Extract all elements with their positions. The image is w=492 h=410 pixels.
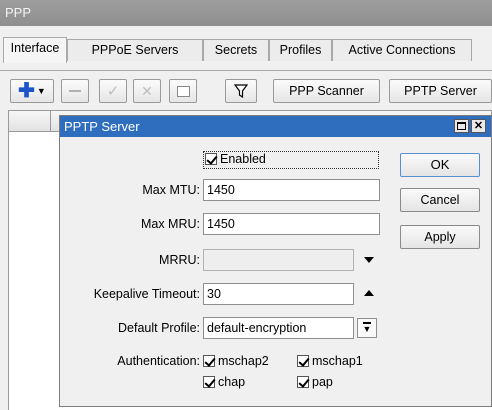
pptp-server-dialog: PPTP Server ✕ Enabled Max MTU: 1450 Max …: [59, 115, 492, 407]
pap-checkbox[interactable]: pap: [297, 375, 333, 389]
keepalive-label: Keepalive Timeout:: [93, 287, 200, 301]
tab-pppoe-servers[interactable]: PPPoE Servers: [67, 39, 203, 61]
note-icon: [176, 85, 190, 97]
dropdown-icon: ▼: [362, 322, 372, 334]
keepalive-collapse-icon[interactable]: [364, 290, 374, 296]
tab-profiles[interactable]: Profiles: [269, 39, 332, 61]
plus-icon: ✚: [18, 80, 35, 102]
ok-button[interactable]: OK: [400, 153, 480, 177]
close-icon: ✕: [473, 120, 484, 132]
default-profile-select[interactable]: default-encryption: [203, 317, 354, 339]
cross-icon: ✕: [141, 82, 153, 99]
disable-button[interactable]: ✕: [133, 79, 161, 103]
close-button[interactable]: ✕: [471, 119, 486, 133]
check-icon: [297, 355, 309, 367]
tab-divider: [0, 70, 492, 71]
minus-icon: [69, 90, 81, 92]
max-mtu-label: Max MTU:: [142, 183, 200, 197]
check-icon: [297, 376, 309, 388]
tab-active-connections[interactable]: Active Connections: [332, 39, 472, 61]
mrru-input[interactable]: [203, 249, 354, 271]
ppp-scanner-button[interactable]: PPP Scanner: [273, 79, 380, 103]
default-profile-label: Default Profile:: [118, 321, 200, 335]
mschap1-label: mschap1: [312, 354, 363, 368]
apply-button[interactable]: Apply: [400, 225, 480, 249]
mschap2-checkbox[interactable]: mschap2: [203, 354, 269, 368]
chap-label: chap: [218, 375, 246, 389]
pptp-server-button[interactable]: PPTP Server: [389, 79, 492, 103]
enabled-checkbox[interactable]: Enabled: [203, 151, 379, 169]
cancel-button[interactable]: Cancel: [400, 188, 480, 212]
tab-secrets[interactable]: Secrets: [203, 39, 269, 61]
dropdown-arrow-icon: ▼: [36, 86, 46, 96]
mschap1-checkbox[interactable]: mschap1: [297, 354, 363, 368]
mrru-expand-icon[interactable]: [364, 257, 374, 263]
max-mru-input[interactable]: 1450: [203, 213, 380, 235]
authentication-label: Authentication:: [117, 354, 200, 368]
tab-interface[interactable]: Interface: [3, 37, 67, 63]
window-title: PPP: [0, 0, 492, 26]
maximize-icon: [457, 122, 466, 130]
chap-checkbox[interactable]: chap: [203, 375, 245, 389]
default-profile-dropdown-button[interactable]: ▼: [357, 318, 377, 338]
dialog-title[interactable]: PPTP Server: [60, 116, 491, 137]
filter-button[interactable]: [225, 79, 257, 103]
comment-button[interactable]: [169, 79, 197, 103]
max-mru-label: Max MRU:: [140, 217, 200, 231]
tab-bar: Interface PPPoE Servers Secrets Profiles…: [0, 27, 492, 63]
add-button[interactable]: ✚ ▼: [10, 79, 54, 103]
mrru-label: MRRU:: [159, 253, 200, 267]
check-icon: [203, 376, 215, 388]
enable-button[interactable]: ✓: [99, 79, 127, 103]
remove-button[interactable]: [61, 79, 89, 103]
filter-icon: [234, 84, 248, 98]
keepalive-input[interactable]: 30: [203, 283, 354, 305]
max-mtu-input[interactable]: 1450: [203, 179, 380, 201]
check-icon: [205, 153, 217, 165]
maximize-button[interactable]: [454, 119, 469, 133]
enabled-label: Enabled: [220, 152, 266, 166]
check-icon: ✓: [106, 83, 120, 100]
pap-label: pap: [312, 375, 333, 389]
check-icon: [203, 355, 215, 367]
mschap2-label: mschap2: [218, 354, 269, 368]
